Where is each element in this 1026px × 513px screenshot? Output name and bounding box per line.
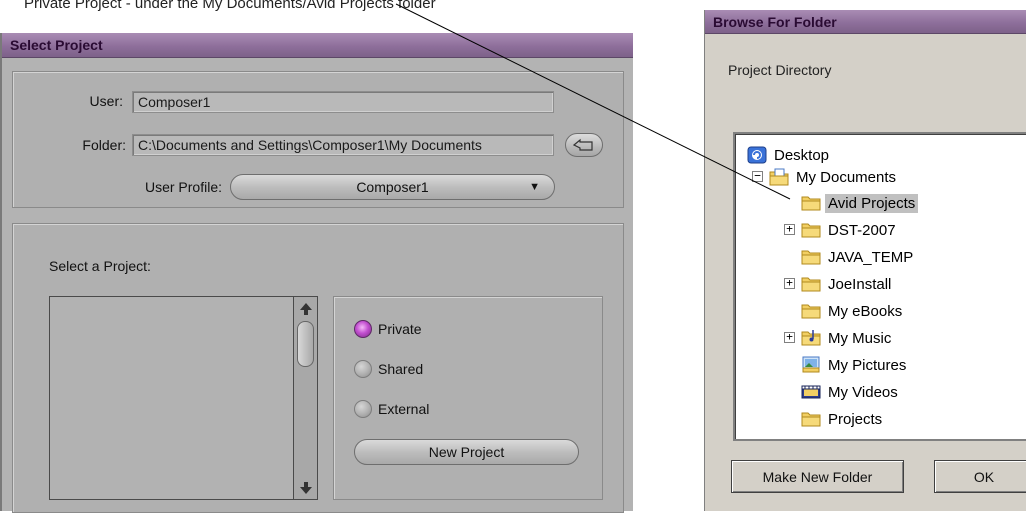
browse-folder-description: Project Directory — [728, 62, 832, 78]
folder-field[interactable]: C:\Documents and Settings\Composer1\My D… — [132, 134, 554, 156]
tree-node-label: My eBooks — [828, 302, 903, 320]
tree-node-label: My Music — [828, 329, 892, 347]
tree-node-my-documents[interactable]: My Documents — [769, 164, 899, 190]
collapse-toggle-icon[interactable]: − — [752, 170, 763, 182]
chevron-down-icon: ▼ — [529, 181, 540, 193]
tree-node-projects[interactable]: Projects — [801, 406, 885, 432]
tree-node-my-pictures[interactable]: My Pictures — [801, 352, 909, 378]
ok-button[interactable]: OK — [934, 460, 1026, 493]
tree-node-label: Projects — [828, 410, 883, 428]
tree-node-avid-projects[interactable]: Avid Projects — [801, 190, 919, 216]
pictures-folder-icon — [801, 356, 821, 374]
radio-external-label: External — [378, 401, 430, 417]
browse-for-folder-window: Browse For Folder Project Directory Desk… — [704, 10, 1026, 511]
tree-node-my-ebooks[interactable]: My eBooks — [801, 298, 905, 324]
tree-node-label: My Documents — [796, 168, 897, 186]
folder-icon — [801, 275, 821, 293]
user-field[interactable]: Composer1 — [132, 91, 554, 113]
tree-node-java-temp[interactable]: JAVA_TEMP — [801, 244, 916, 270]
tree-node-label: My Videos — [828, 383, 898, 401]
folder-icon — [801, 410, 821, 428]
folder-tree[interactable]: Desktop − My Documents Avid Projects + D… — [733, 132, 1026, 441]
radio-private-label: Private — [378, 321, 422, 337]
user-profile-value: Composer1 — [356, 179, 429, 195]
radio-selected-icon — [354, 320, 372, 338]
radio-external[interactable]: External — [354, 399, 429, 419]
desktop-icon — [747, 146, 767, 164]
tree-node-label: Desktop — [774, 146, 830, 164]
tree-node-label: DST-2007 — [828, 221, 896, 239]
make-new-folder-button[interactable]: Make New Folder — [731, 460, 904, 493]
select-project-titlebar[interactable]: Select Project — [2, 33, 633, 58]
tree-node-my-music[interactable]: My Music — [801, 325, 894, 351]
user-profile-dropdown[interactable]: Composer1 ▼ — [230, 174, 555, 200]
select-project-label: Select a Project: — [49, 258, 151, 274]
videos-folder-icon — [801, 383, 821, 401]
user-profile-label: User Profile: — [144, 179, 222, 195]
folder-icon — [801, 221, 821, 239]
folder-label: Folder: — [82, 137, 126, 153]
radio-unselected-icon — [354, 360, 372, 378]
radio-shared-label: Shared — [378, 361, 424, 377]
tree-node-label: Avid Projects — [825, 193, 919, 213]
select-project-window: Select Project User: Composer1 Folder: C… — [0, 33, 633, 513]
project-select-panel: Select a Project: Private Shared Externa… — [12, 223, 624, 513]
documents-folder-icon — [769, 168, 789, 186]
music-folder-icon — [801, 329, 821, 347]
browse-folder-button[interactable] — [565, 133, 603, 157]
radio-unselected-icon — [354, 400, 372, 418]
tree-node-dst-2007[interactable]: DST-2007 — [801, 217, 899, 243]
browse-folder-titlebar[interactable]: Browse For Folder — [705, 10, 1026, 34]
annotation-caption: Private Project - under the My Documents… — [24, 0, 436, 12]
tree-node-label: JAVA_TEMP — [828, 248, 914, 266]
scroll-up-arrow-icon[interactable] — [297, 300, 314, 317]
tree-node-joeinstall[interactable]: JoeInstall — [801, 271, 894, 297]
expand-toggle-icon[interactable]: + — [784, 331, 795, 343]
folder-icon — [801, 302, 821, 320]
user-label: User: — [89, 93, 123, 109]
tree-node-label: JoeInstall — [828, 275, 892, 293]
project-list-scrollbar[interactable] — [293, 297, 317, 499]
scroll-thumb[interactable] — [297, 321, 314, 367]
scroll-down-arrow-icon[interactable] — [297, 479, 314, 496]
folder-icon — [801, 194, 821, 212]
radio-private[interactable]: Private — [354, 319, 422, 339]
expand-toggle-icon[interactable]: + — [784, 277, 795, 289]
folder-browse-icon — [572, 138, 593, 151]
project-type-group: Private Shared External New Project — [333, 296, 603, 500]
project-list[interactable] — [49, 296, 318, 500]
new-project-button[interactable]: New Project — [354, 439, 579, 465]
tree-node-label: My Pictures — [828, 356, 907, 374]
tree-node-my-videos[interactable]: My Videos — [801, 379, 901, 405]
expand-toggle-icon[interactable]: + — [784, 223, 795, 235]
radio-shared[interactable]: Shared — [354, 359, 423, 379]
folder-icon — [801, 248, 821, 266]
